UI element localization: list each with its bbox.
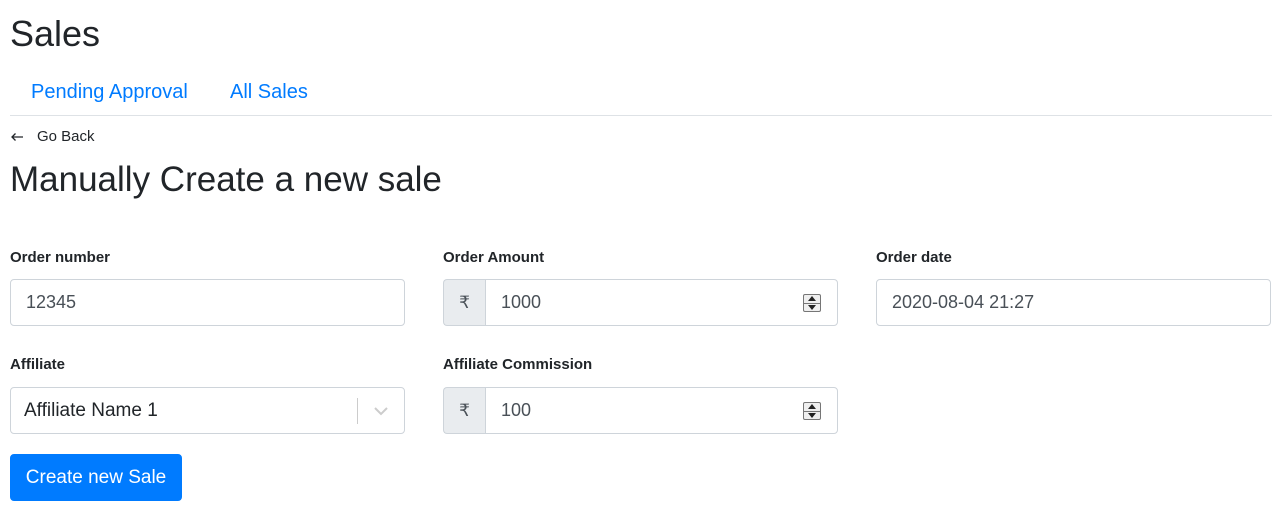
page-title: Sales xyxy=(10,13,101,54)
affiliate-commission-input[interactable]: 100 xyxy=(485,387,838,434)
order-date-value: 2020-08-04 21:27 xyxy=(892,292,1035,312)
spin-down-icon[interactable] xyxy=(804,302,820,312)
spin-up-icon[interactable] xyxy=(804,295,820,303)
go-back-label: Go Back xyxy=(37,128,95,145)
order-amount-group: ₹ 1000 xyxy=(443,279,838,326)
chevron-down-icon[interactable] xyxy=(358,406,404,416)
go-back-link[interactable]: Go Back xyxy=(10,127,95,147)
order-amount-spinner[interactable] xyxy=(803,294,821,312)
currency-prefix: ₹ xyxy=(443,387,485,434)
order-date-label: Order date xyxy=(876,249,952,266)
order-date-input[interactable]: 2020-08-04 21:27 xyxy=(876,279,1271,326)
order-number-value: 12345 xyxy=(26,292,77,312)
affiliate-selected-value: Affiliate Name 1 xyxy=(24,399,158,421)
order-amount-value: 1000 xyxy=(501,292,542,312)
affiliate-commission-value: 100 xyxy=(501,400,532,420)
order-number-input[interactable]: 12345 xyxy=(10,279,405,326)
order-amount-label: Order Amount xyxy=(443,249,545,266)
arrow-left-icon xyxy=(10,132,26,142)
create-sale-button[interactable]: Create new Sale xyxy=(10,454,182,501)
affiliate-commission-label: Affiliate Commission xyxy=(443,356,593,373)
tab-pending-approval[interactable]: Pending Approval xyxy=(31,79,188,105)
tab-all-sales[interactable]: All Sales xyxy=(230,79,308,105)
affiliate-label: Affiliate xyxy=(10,356,66,373)
form-title: Manually Create a new sale xyxy=(10,160,442,199)
affiliate-commission-spinner[interactable] xyxy=(803,402,821,420)
currency-prefix: ₹ xyxy=(443,279,485,326)
spin-down-icon[interactable] xyxy=(804,410,820,420)
order-amount-input[interactable]: 1000 xyxy=(485,279,838,326)
affiliate-select[interactable]: Affiliate Name 1 xyxy=(10,387,405,434)
spin-up-icon[interactable] xyxy=(804,403,820,411)
affiliate-commission-group: ₹ 100 xyxy=(443,387,838,434)
tab-bar: Pending Approval All Sales xyxy=(10,70,1272,116)
order-number-label: Order number xyxy=(10,249,111,266)
